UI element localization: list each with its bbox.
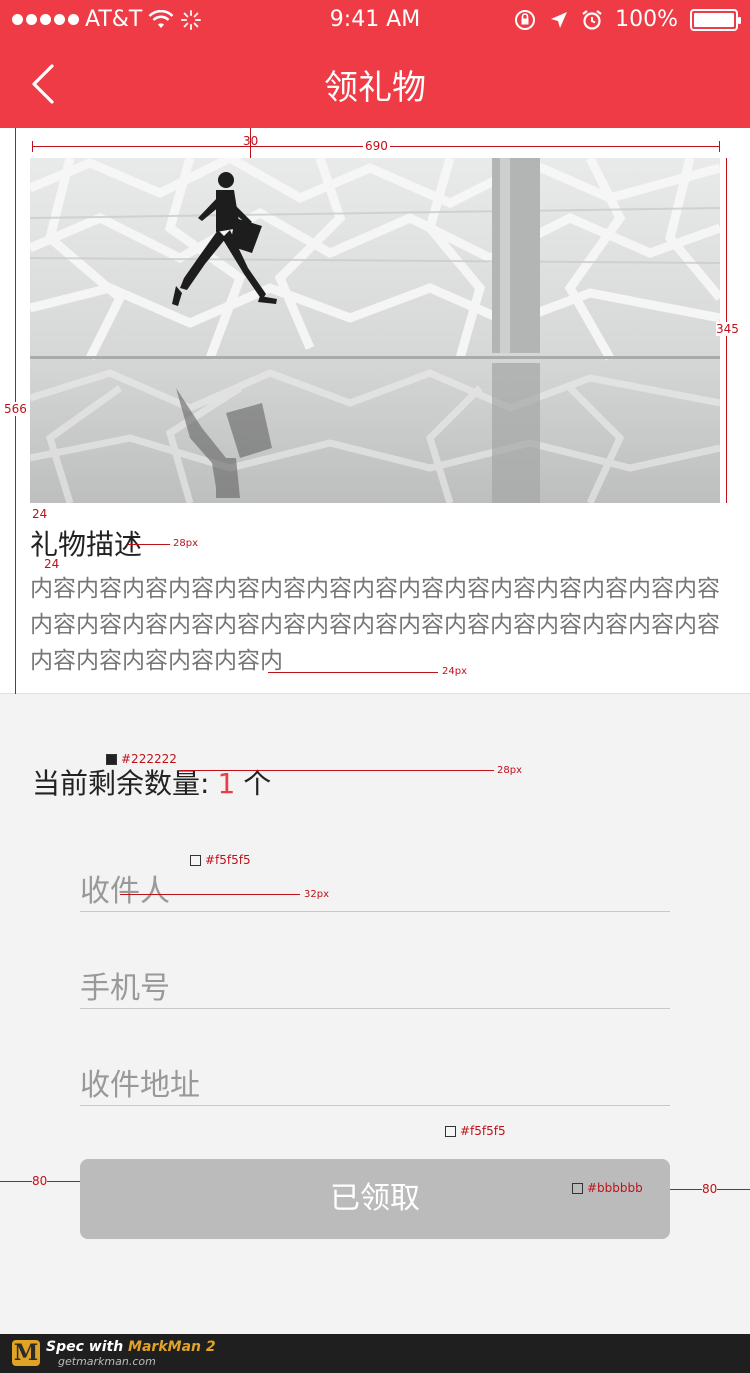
markman-logo-icon: M xyxy=(12,1340,40,1366)
gift-description: 内容内容内容内容内容内容内容内容内容内容内容内容内容内容内容内容内容内容内容内容… xyxy=(30,576,720,674)
ann-image-height: 345 xyxy=(716,322,739,336)
remaining-count: 当前剩余数量: 1 个 xyxy=(32,762,271,802)
gift-image xyxy=(30,158,720,503)
battery-icon xyxy=(690,8,741,31)
recipient-field[interactable]: 收件人 xyxy=(80,862,670,912)
header: AT&T 9:41 AM 100% 领礼物 xyxy=(0,0,750,128)
alarm-icon xyxy=(582,9,602,30)
ann-remain-size: 28px xyxy=(497,765,522,776)
ann-right-margin: 80 xyxy=(702,1182,718,1196)
ann-gap2: 24 xyxy=(44,557,60,571)
ann-btn-color: #bbbbbb xyxy=(587,1181,643,1195)
gift-card: 礼物描述 内容内容内容内容内容内容内容内容内容内容内容内容内容内容内容内容内容内… xyxy=(0,128,750,694)
ann-field-color: #f5f5f5 xyxy=(205,853,251,867)
ann-gap1: 24 xyxy=(32,507,48,521)
ann-field-size: 32px xyxy=(304,889,329,900)
ann-text-color: #222222 xyxy=(121,752,177,766)
footer-site: getmarkman.com xyxy=(58,1355,156,1368)
ann-title-size: 28px xyxy=(173,538,198,549)
location-arrow-icon xyxy=(551,11,568,28)
footer-brand: Spec with MarkMan 2 xyxy=(46,1339,216,1355)
page-title: 领礼物 xyxy=(324,68,426,108)
ann-image-width: 690 xyxy=(363,139,390,153)
remaining-label: 当前剩余数量: xyxy=(32,767,210,800)
ann-bg-color: #f5f5f5 xyxy=(460,1124,506,1138)
ann-desc-size: 24px xyxy=(442,666,467,677)
remaining-unit: 个 xyxy=(243,767,272,800)
battery-label: 100% xyxy=(615,7,678,32)
ann-card-height: 566 xyxy=(4,402,27,416)
status-right: 100% xyxy=(513,7,741,32)
markman-footer: M Spec with MarkMan 2 getmarkman.com xyxy=(0,1334,750,1373)
ann-left-margin: 80 xyxy=(32,1174,48,1188)
phone-field[interactable]: 手机号 xyxy=(80,959,670,1009)
remaining-number: 1 xyxy=(217,767,236,800)
address-field[interactable]: 收件地址 xyxy=(80,1056,670,1106)
status-bar: AT&T 9:41 AM 100% xyxy=(0,0,750,40)
claimed-button[interactable]: 已领取 xyxy=(80,1159,670,1239)
rotation-lock-icon xyxy=(515,9,536,30)
